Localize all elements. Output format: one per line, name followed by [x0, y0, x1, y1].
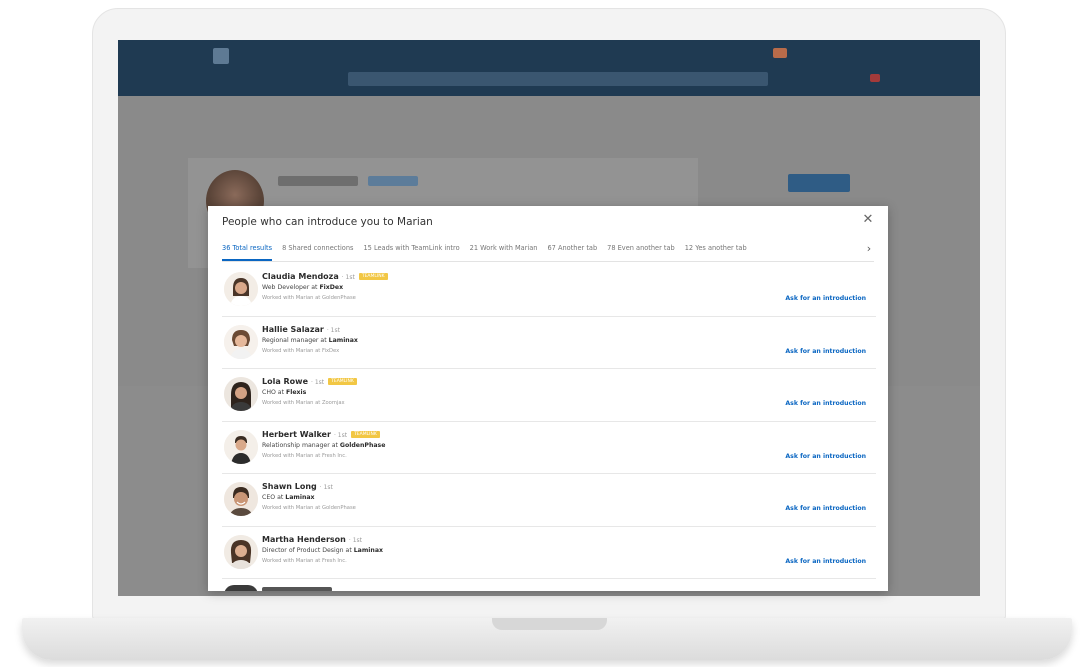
list-item: Claudia Mendoza · 1st TEAMLINK Web Develop… [222, 264, 876, 317]
tab-another[interactable]: 67 Another tab [547, 240, 597, 261]
company-name: Laminax [328, 336, 358, 344]
job-title: Web Developer at [262, 284, 318, 291]
background-nav-avatar [773, 48, 787, 58]
tab-bar: 36 Total results 8 Shared connections 15… [222, 240, 874, 262]
job-title: CHO at [262, 389, 285, 396]
connection-degree: · 1st [341, 274, 355, 281]
shared-history: Worked with Marian at Fresh Inc. [262, 557, 347, 564]
laptop-notch [492, 618, 607, 630]
tab-shared-connections[interactable]: 8 Shared connections [282, 240, 353, 261]
list-item: Shawn Long · 1st CEO at Laminax Worked wi… [222, 474, 876, 527]
connection-degree: · 1st [326, 326, 340, 334]
list-item: Herbert Walker · 1st TEAMLINK Relationship… [222, 422, 876, 474]
job-title: Regional manager at [262, 336, 327, 344]
company-name: Laminax [353, 546, 383, 554]
shared-history: Worked with Marian at GoldenPhase [262, 505, 356, 511]
connection-degree: · 1st [348, 536, 362, 544]
introductions-modal: People who can introduce you to Marian ✕… [208, 206, 888, 591]
background-profile-tag [368, 176, 418, 186]
ask-introduction-link[interactable]: Ask for an introduction [785, 295, 866, 302]
background-action-button [788, 174, 850, 192]
connection-degree: · 1st [333, 431, 348, 439]
chevron-right-icon[interactable]: › [864, 242, 874, 255]
person-name[interactable]: Hallie Salazar [262, 325, 324, 334]
ask-introduction-link[interactable]: Ask for an introduction [785, 400, 866, 407]
list-item: Hallie Salazar · 1st Regional manager at … [222, 317, 876, 369]
tab-yes-another[interactable]: 12 Yes another tab [685, 240, 747, 261]
tab-even-another[interactable]: 78 Even another tab [607, 240, 675, 261]
list-item: Lola Rowe · 1st TEAMLINK CHO at Flexis Wor… [222, 369, 876, 422]
teamlink-badge: TEAMLINK [351, 430, 380, 438]
ask-introduction-link[interactable]: Ask for an introduction [785, 348, 866, 355]
teamlink-badge: TEAMLINK [328, 378, 357, 385]
tab-teamlink-intro[interactable]: 15 Leads with TeamLink intro [363, 240, 459, 261]
company-name: Flexis [286, 389, 307, 396]
company-name: FixDex [319, 284, 344, 291]
person-name[interactable]: Martha Henderson [262, 535, 346, 544]
job-title: CEO at [262, 494, 284, 501]
company-name: GoldenPhase [339, 441, 386, 449]
people-list: Claudia Mendoza · 1st TEAMLINK Web Develop… [222, 264, 876, 579]
avatar[interactable] [224, 534, 258, 569]
laptop-mockup: People who can introduce you to Marian ✕… [0, 0, 1089, 667]
job-title: Director of Product Design at [262, 546, 352, 554]
avatar[interactable] [224, 482, 258, 516]
person-name[interactable]: Lola Rowe [262, 377, 308, 386]
avatar[interactable] [224, 272, 258, 306]
background-profile-name [278, 176, 358, 186]
background-logo [213, 48, 229, 64]
connection-degree: · 1st [311, 379, 325, 386]
list-item: Martha Henderson · 1st Director of Produc… [222, 527, 876, 579]
modal-title: People who can introduce you to Marian [222, 216, 433, 228]
avatar [224, 585, 258, 591]
avatar[interactable] [224, 377, 258, 411]
shared-history: Worked with Marian at GoldenPhase [262, 295, 356, 301]
company-name: Laminax [285, 494, 315, 501]
background-search-bar [348, 72, 768, 86]
tab-total-results[interactable]: 36 Total results [222, 240, 273, 261]
person-name[interactable]: Herbert Walker [262, 430, 331, 439]
avatar[interactable] [224, 324, 258, 359]
list-item-partial [222, 583, 876, 591]
job-title: Relationship manager at [262, 441, 338, 449]
background-notification-dot [870, 74, 880, 82]
person-name[interactable]: Shawn Long [262, 482, 317, 491]
background-nav-bar [118, 40, 980, 96]
shared-history: Worked with Marian at FixDex [262, 347, 340, 354]
tab-work-with-marian[interactable]: 21 Work with Marian [470, 240, 538, 261]
avatar[interactable] [224, 429, 258, 464]
shared-history: Worked with Marian at Fresh Inc. [262, 452, 347, 459]
person-name-placeholder [262, 587, 332, 591]
shared-history: Worked with Marian at Zoomjax [262, 400, 345, 406]
ask-introduction-link[interactable]: Ask for an introduction [785, 453, 866, 460]
person-name[interactable]: Claudia Mendoza [262, 272, 339, 281]
connection-degree: · 1st [319, 484, 333, 491]
ask-introduction-link[interactable]: Ask for an introduction [785, 505, 866, 512]
close-icon[interactable]: ✕ [860, 212, 876, 228]
ask-introduction-link[interactable]: Ask for an introduction [785, 558, 866, 565]
teamlink-badge: TEAMLINK [358, 273, 388, 280]
